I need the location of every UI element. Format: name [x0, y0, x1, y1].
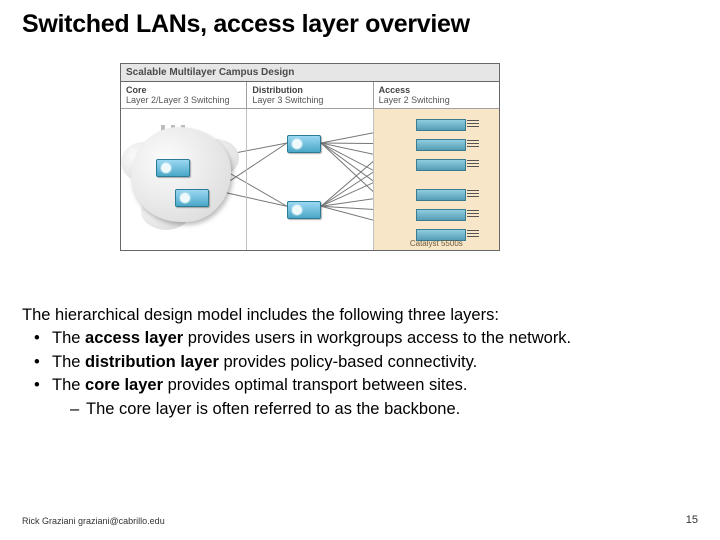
core-switch-icon [175, 189, 209, 207]
col-core [121, 109, 246, 250]
bullet-access: The access layer provides users in workg… [34, 328, 698, 349]
access-switch-icon [416, 209, 466, 221]
diagram-title: Scalable Multilayer Campus Design [121, 64, 499, 82]
col-header-core: Core Layer 2/Layer 3 Switching [121, 82, 246, 108]
distribution-switch-icon [287, 201, 321, 219]
sub-bullet-backbone: The core layer is often referred to as t… [70, 399, 698, 420]
bullet-core: The core layer provides optimal transpor… [34, 375, 698, 420]
intro-line: The hierarchical design model includes t… [22, 305, 698, 326]
core-switch-icon [156, 159, 190, 177]
core-cloud-icon [131, 127, 231, 222]
access-caption: Catalyst 5500s [374, 239, 499, 248]
diagram-column-headers: Core Layer 2/Layer 3 Switching Distribut… [121, 82, 499, 109]
col-distribution [246, 109, 372, 250]
bullet-distribution: The distribution layer provides policy-b… [34, 352, 698, 373]
access-switch-icon [416, 189, 466, 201]
col-access: Catalyst 5500s [373, 109, 499, 250]
col-header-distribution: Distribution Layer 3 Switching [246, 82, 372, 108]
body-text: The hierarchical design model includes t… [22, 305, 698, 422]
footer-page-number: 15 [686, 514, 698, 526]
footer-author: Rick Graziani graziani@cabrillo.edu [22, 516, 165, 526]
diagram-body: Catalyst 5500s [121, 109, 499, 250]
network-diagram: Scalable Multilayer Campus Design Core L… [120, 63, 500, 251]
access-switch-icon [416, 159, 466, 171]
access-switch-icon [416, 139, 466, 151]
distribution-switch-icon [287, 135, 321, 153]
access-switch-icon [416, 119, 466, 131]
col-header-access: Access Layer 2 Switching [373, 82, 499, 108]
page-title: Switched LANs, access layer overview [0, 0, 720, 43]
